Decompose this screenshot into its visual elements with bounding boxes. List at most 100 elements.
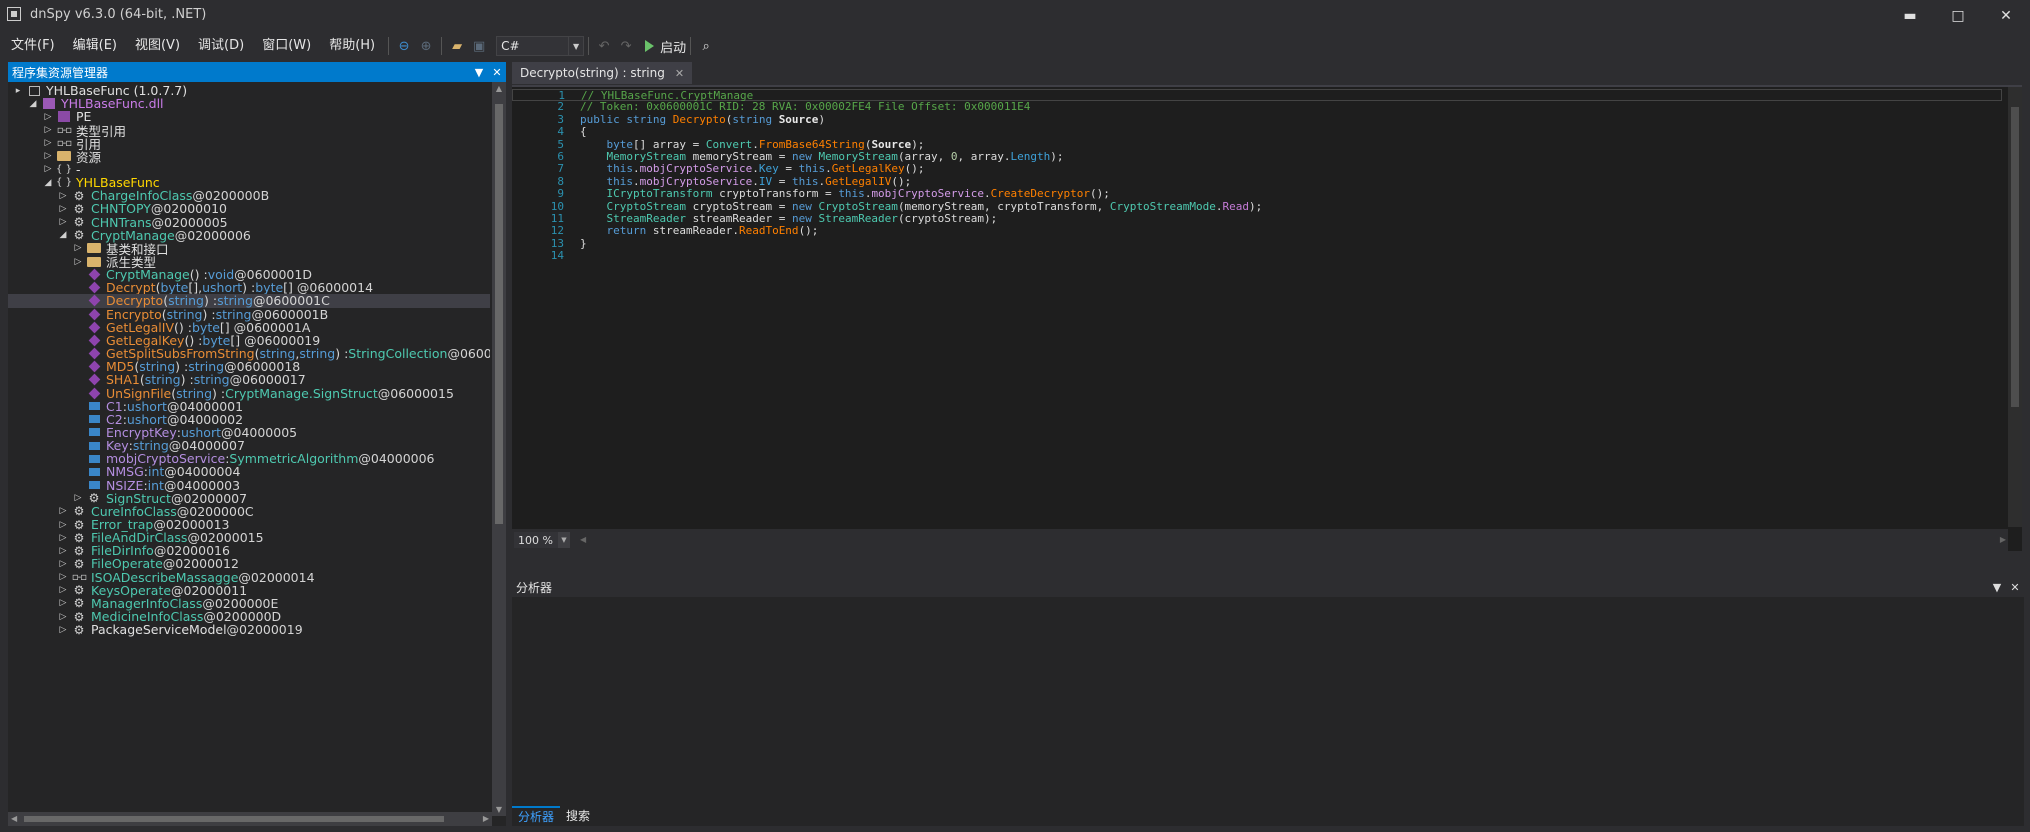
expander-icon[interactable]: ▷ bbox=[57, 506, 69, 516]
menu-help[interactable]: 帮助(H) bbox=[320, 32, 384, 60]
tree-node[interactable]: ▷ ⚙ ManagerInfoClass @0200000E bbox=[8, 596, 490, 611]
expander-icon[interactable]: ▷ bbox=[42, 112, 54, 122]
tree-node[interactable]: ▸ YHLBaseFunc (1.0.7.7) bbox=[8, 84, 490, 98]
tree-node[interactable]: ▷ ⚙ FileDirInfo @02000016 bbox=[8, 543, 490, 558]
tree-node[interactable]: ▷ ⚙ MedicineInfoClass @0200000D bbox=[8, 609, 490, 624]
editor-horizontal-scrollbar[interactable]: ◀ ▶ bbox=[578, 533, 2008, 547]
expander-icon[interactable]: ◢ bbox=[27, 99, 39, 109]
tab-close-icon[interactable]: ✕ bbox=[675, 67, 684, 80]
tree-node[interactable]: ▷ ⚙ CureInfoClass @0200000C bbox=[8, 504, 490, 519]
expander-icon[interactable]: ▷ bbox=[57, 520, 69, 530]
maximize-button[interactable]: □ bbox=[1934, 0, 1982, 32]
tree-node[interactable]: NSIZE : int @04000003 bbox=[8, 478, 490, 493]
start-debug-button[interactable]: 启动 bbox=[645, 37, 686, 56]
expander-icon[interactable]: ◢ bbox=[57, 230, 69, 240]
tree-node[interactable]: ▷ ⚙ Error_trap @02000013 bbox=[8, 517, 490, 532]
panel-menu-icon[interactable]: ▼ bbox=[470, 66, 488, 79]
expander-icon[interactable]: ▷ bbox=[57, 585, 69, 595]
scroll-right-icon[interactable]: ▶ bbox=[483, 812, 489, 826]
tree-node[interactable]: ▷ 资源 bbox=[8, 150, 490, 165]
tree-node[interactable]: ▷ ⚙ CHNTrans @02000005 bbox=[8, 215, 490, 230]
minimize-button[interactable]: ▬ bbox=[1886, 0, 1934, 32]
expander-icon[interactable]: ▷ bbox=[57, 204, 69, 214]
tree-node[interactable]: ◢{ } YHLBaseFunc bbox=[8, 175, 490, 190]
scroll-up-icon[interactable]: ▲ bbox=[492, 84, 506, 93]
tree-node[interactable]: GetLegalKey() : byte[] @06000019 bbox=[8, 333, 490, 348]
menu-window[interactable]: 窗口(W) bbox=[253, 32, 320, 60]
editor-vertical-scrollbar[interactable] bbox=[2008, 87, 2022, 527]
tree-node[interactable]: ▷ ⚙ FileOperate @02000012 bbox=[8, 556, 490, 571]
tree-horizontal-scrollbar[interactable]: ◀ ▶ bbox=[8, 812, 492, 826]
tree-node[interactable]: NMSG : int @04000004 bbox=[8, 464, 490, 479]
scrollbar-thumb[interactable] bbox=[495, 104, 503, 524]
save-icon[interactable]: ▣ bbox=[468, 35, 490, 57]
panel-menu-icon[interactable]: ▼ bbox=[1988, 581, 2006, 594]
code-line[interactable]: 14 bbox=[512, 249, 2002, 262]
tree-vertical-scrollbar[interactable]: ▲ ▼ bbox=[492, 82, 506, 816]
tab-analyzer[interactable]: 分析器 bbox=[512, 806, 561, 826]
tab-search[interactable]: 搜索 bbox=[560, 805, 596, 827]
expander-icon[interactable]: ▷ bbox=[72, 493, 84, 503]
menu-file[interactable]: 文件(F) bbox=[0, 32, 64, 60]
scroll-right-icon[interactable]: ▶ bbox=[2000, 533, 2006, 547]
tree-node[interactable]: ▷ 派生类型 bbox=[8, 255, 490, 270]
code-editor[interactable]: 1// YHLBaseFunc.CryptManage 2// Token: 0x… bbox=[512, 85, 2022, 551]
expander-icon[interactable]: ▷ bbox=[42, 138, 54, 148]
expander-icon[interactable]: ▷ bbox=[42, 151, 54, 161]
panel-close-icon[interactable]: ✕ bbox=[488, 66, 506, 79]
expander-icon[interactable]: ▷ bbox=[57, 191, 69, 201]
tree-node[interactable]: C1 : ushort @04000001 bbox=[8, 399, 490, 414]
tree-node[interactable]: GetSplitSubsFromString(string, string) :… bbox=[8, 346, 490, 361]
tree-node[interactable]: ▷ ⚙ KeysOperate @02000011 bbox=[8, 583, 490, 598]
expander-icon[interactable]: ▷ bbox=[57, 217, 69, 227]
menu-edit[interactable]: 编辑(E) bbox=[64, 32, 126, 60]
chevron-down-icon[interactable]: ▼ bbox=[558, 532, 570, 548]
menu-debug[interactable]: 调试(D) bbox=[189, 32, 253, 60]
tree-node[interactable]: CryptManage() : void @0600001D bbox=[8, 267, 490, 282]
expander-icon[interactable]: ▷ bbox=[57, 612, 69, 622]
scrollbar-thumb[interactable] bbox=[2011, 107, 2019, 407]
tree-node[interactable]: ▷ 基类和接口 bbox=[8, 242, 490, 257]
tree-node[interactable]: Decrypt(byte [], ushort) : byte[] @060000… bbox=[8, 280, 490, 295]
scroll-left-icon[interactable]: ◀ bbox=[580, 533, 586, 547]
zoom-level[interactable]: 100 % bbox=[514, 532, 558, 548]
redo-icon[interactable]: ↷ bbox=[615, 35, 637, 57]
expander-icon[interactable]: ▸ bbox=[12, 86, 24, 96]
tree-node[interactable]: ▷ ⚙ CHNTOPY @02000010 bbox=[8, 201, 490, 216]
tree-node[interactable]: Decrypto(string) : string @0600001C bbox=[8, 293, 490, 308]
tree-node[interactable]: EncryptKey : ushort @04000005 bbox=[8, 425, 490, 440]
document-tab[interactable]: Decrypto(string) : string ✕ bbox=[512, 62, 693, 84]
tree-node[interactable]: ▷ ⚙ FileAndDirClass @02000015 bbox=[8, 530, 490, 545]
forward-icon[interactable]: ⊕ bbox=[415, 35, 437, 57]
open-file-icon[interactable]: ▰ bbox=[446, 35, 468, 57]
scroll-left-icon[interactable]: ◀ bbox=[11, 812, 17, 826]
tree-node[interactable]: SHA1(string) : string @06000017 bbox=[8, 372, 490, 387]
expander-icon[interactable]: ▷ bbox=[72, 243, 84, 253]
panel-close-icon[interactable]: ✕ bbox=[2006, 581, 2024, 594]
expander-icon[interactable]: ▷ bbox=[57, 533, 69, 543]
tree-node[interactable]: Key : string @04000007 bbox=[8, 438, 490, 453]
undo-icon[interactable]: ↶ bbox=[593, 35, 615, 57]
close-button[interactable]: ✕ bbox=[1982, 0, 2030, 32]
tree-node[interactable]: ▷ ⚙ PackageServiceModel @02000019 bbox=[8, 622, 490, 637]
expander-icon[interactable]: ▷ bbox=[57, 625, 69, 635]
language-select[interactable]: C# ▼ bbox=[496, 36, 585, 56]
expander-icon[interactable]: ▷ bbox=[57, 546, 69, 556]
expander-icon[interactable]: ◢ bbox=[42, 178, 54, 188]
analyzer-content[interactable] bbox=[512, 597, 2024, 804]
tree-node[interactable]: ◢ ⚙ CryptManage @02000006 bbox=[8, 228, 490, 243]
tree-node[interactable]: mobjCryptoService : SymmetricAlgorithm @… bbox=[8, 451, 490, 466]
expander-icon[interactable]: ▷ bbox=[42, 164, 54, 174]
expander-icon[interactable]: ▷ bbox=[57, 559, 69, 569]
back-icon[interactable]: ⊖ bbox=[393, 35, 415, 57]
expander-icon[interactable]: ▷ bbox=[57, 572, 69, 582]
code-line[interactable]: 3 public string Decrypto(string Source) bbox=[512, 113, 2002, 126]
tree-node[interactable]: ▷ ▫-▫ ISOADescribeMassagge @02000014 bbox=[8, 570, 490, 585]
tree-node[interactable]: GetLegalIV() : byte[] @0600001A bbox=[8, 320, 490, 335]
expander-icon[interactable]: ▷ bbox=[57, 598, 69, 608]
code-line[interactable]: 12 return streamReader.ReadToEnd(); bbox=[512, 224, 2002, 237]
code-line[interactable]: 13} bbox=[512, 237, 2002, 250]
scrollbar-thumb[interactable] bbox=[24, 816, 444, 822]
tree-node[interactable]: Encrypto(string) : string @0600001B bbox=[8, 307, 490, 322]
menu-view[interactable]: 视图(V) bbox=[126, 32, 189, 60]
